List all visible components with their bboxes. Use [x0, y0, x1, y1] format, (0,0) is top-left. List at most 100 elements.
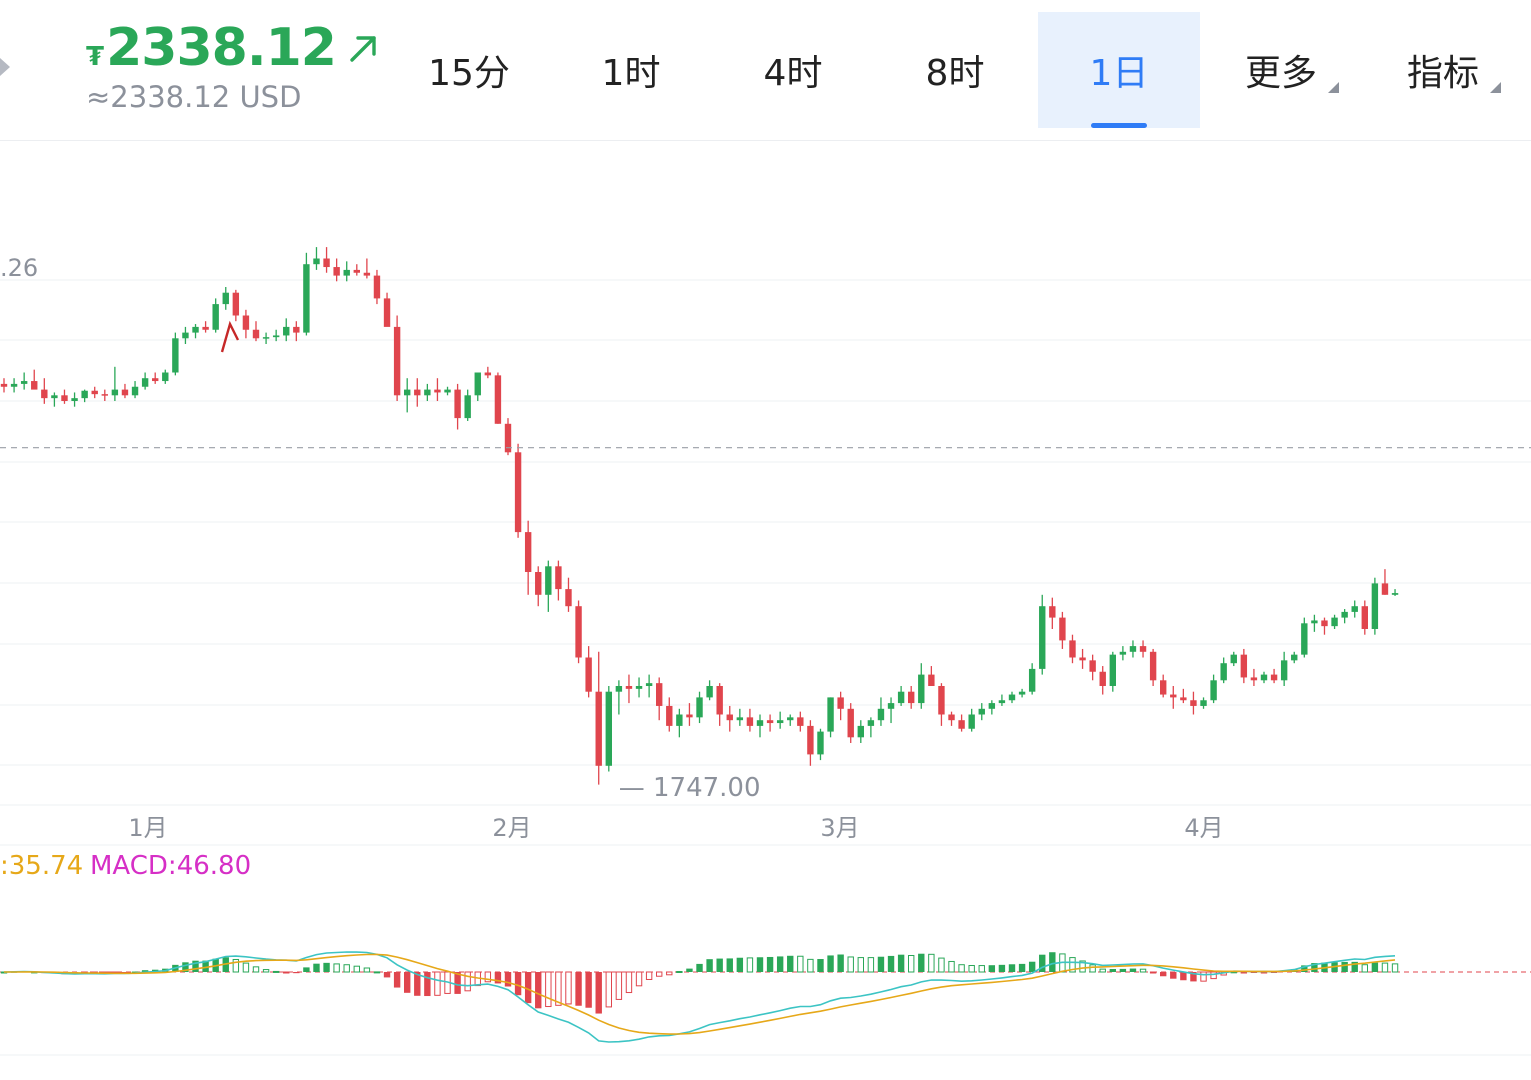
candle-body: [232, 292, 240, 316]
candle-body: [575, 606, 582, 658]
macd-histogram-bar: [555, 971, 562, 1006]
macd-histogram-bar: [676, 970, 683, 973]
candle-body: [1321, 620, 1328, 627]
candle-body: [333, 267, 340, 276]
macd-histogram-bar: [524, 972, 532, 1004]
candle-body: [1240, 654, 1248, 678]
candle-body: [1381, 583, 1389, 595]
candle-body: [746, 717, 754, 726]
candle-body: [1069, 640, 1076, 658]
macd-histogram-bar: [1170, 972, 1177, 979]
macd-histogram-bar: [1109, 968, 1116, 972]
candle-body: [1139, 646, 1147, 652]
candle-body: [31, 381, 38, 390]
macd-histogram-bar: [545, 971, 552, 1008]
candle-body: [716, 686, 723, 715]
macd-histogram-bar: [595, 972, 602, 1014]
macd-histogram-bar: [1149, 971, 1157, 974]
candle-body: [625, 686, 633, 689]
candle-body: [1109, 654, 1116, 686]
candle-body: [353, 269, 360, 273]
macd-histogram-bar: [726, 958, 733, 972]
candle-body: [1160, 680, 1167, 695]
macd-histogram-bar: [988, 965, 996, 972]
candle-body: [635, 686, 643, 689]
candle-body: [837, 697, 844, 709]
candle-body: [998, 700, 1006, 704]
macd-histogram-bar: [948, 960, 955, 973]
candle-body: [162, 372, 169, 382]
macd-histogram-bar: [857, 957, 864, 973]
candle-body: [272, 335, 280, 338]
macd-histogram-bar: [353, 965, 361, 973]
candle-body: [948, 714, 955, 721]
candle-body: [454, 389, 461, 419]
candle-body: [867, 720, 875, 726]
macd-histogram-bar: [716, 958, 723, 972]
macd-histogram-bar: [635, 971, 643, 987]
candlestick-chart[interactable]: .26 — 1747.00 1月 2月 3月 4月 :35.74 MACD:46.80: [0, 0, 1531, 1080]
macd-histogram-bar: [918, 953, 925, 972]
macd-histogram-bar: [373, 971, 381, 974]
macd-histogram-bar: [283, 971, 290, 974]
candle-body: [928, 674, 935, 686]
macd-histogram-bar: [968, 965, 975, 973]
macd-histogram-bar: [1210, 971, 1217, 980]
macd-histogram-bar: [1139, 968, 1147, 973]
macd-histogram-bar: [897, 954, 905, 972]
candle-body: [252, 329, 260, 339]
macd-histogram-bar: [504, 972, 512, 987]
macd-histogram-bar: [1361, 964, 1368, 973]
candle-body: [81, 390, 88, 399]
candle-body: [1119, 651, 1127, 655]
macd-histogram-bar: [303, 967, 310, 972]
macd-histogram-bar: [908, 954, 915, 973]
price-grid: .26: [0, 254, 1531, 846]
candle-body: [918, 674, 925, 704]
candle-body: [1089, 660, 1096, 672]
candle-body: [1351, 606, 1358, 612]
candle-body: [182, 332, 189, 339]
candles-layer: [0, 247, 1399, 785]
candle-body: [393, 326, 401, 396]
candle-body: [797, 717, 804, 726]
macd-histogram-bar: [585, 972, 592, 1008]
macd-histogram-bar: [514, 972, 522, 996]
macd-histogram-bar: [333, 963, 340, 973]
macd-histogram-bar: [323, 962, 330, 972]
candle-body: [1170, 694, 1177, 698]
macd-histogram-bar: [656, 971, 663, 977]
macd-dea-label: :35.74: [0, 851, 83, 881]
candle-body: [1391, 593, 1399, 595]
macd-histogram-bar: [1008, 964, 1016, 972]
macd-histogram-bar: [1028, 961, 1036, 972]
candle-body: [958, 720, 965, 729]
candle-body: [807, 725, 814, 755]
macd-histogram-bar: [1371, 962, 1379, 972]
candle-body: [615, 686, 623, 692]
candle-body: [736, 717, 744, 721]
macd-histogram-bar: [404, 972, 411, 993]
candle-body: [10, 383, 18, 387]
macd-histogram-bar: [1391, 963, 1399, 973]
macd-histogram-bar: [1018, 963, 1026, 972]
candle-body: [1220, 663, 1227, 681]
macd-histogram-bar: [686, 968, 693, 972]
candle-body: [1129, 646, 1137, 652]
macd-histogram-bar: [958, 964, 965, 973]
macd-histogram-bar: [252, 966, 260, 973]
macd-histogram-bar: [746, 957, 754, 973]
candle-body: [283, 326, 290, 336]
macd-histogram-bar: [272, 970, 280, 973]
candle-body: [303, 264, 310, 333]
macd-histogram-bar: [393, 972, 401, 988]
macd-histogram-bar: [847, 956, 854, 973]
candle-body: [645, 683, 653, 686]
candle-body: [101, 394, 108, 396]
annotation-arrow-icon: [220, 320, 240, 353]
candle-body: [676, 714, 683, 726]
candle-body: [1210, 680, 1217, 701]
candle-body: [1059, 617, 1066, 641]
candle-body: [1079, 657, 1086, 661]
macd-histogram-bar: [736, 957, 744, 972]
